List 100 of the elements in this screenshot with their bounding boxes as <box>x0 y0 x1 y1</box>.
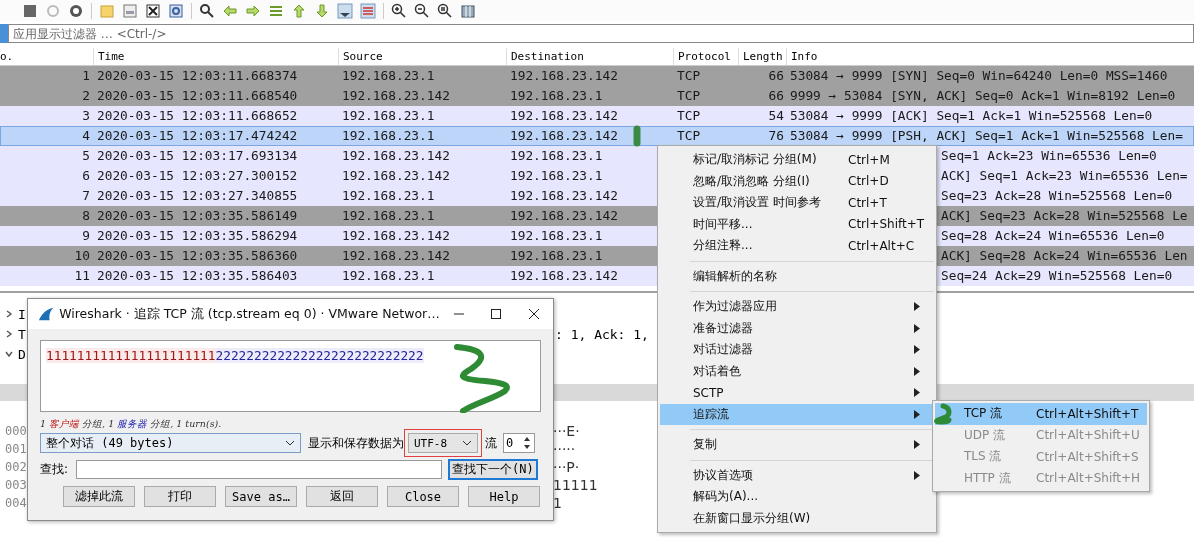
zoom-out-icon[interactable] <box>414 2 430 19</box>
submenu-arrow-icon <box>914 388 920 398</box>
column-header[interactable]: Protocol <box>673 48 738 65</box>
packet-row[interactable]: 2 2020-03-15 12:03:11.668540 192.168.23.142 192.168.23.1 TCP 66 9999 → 53084 [SYN, ACK] Seq=0 Ack=1 Win=8192 Len=0 <box>0 86 1194 106</box>
submenu-arrow-icon <box>914 366 920 376</box>
menu-item[interactable]: 复制 <box>660 434 934 456</box>
menu-item[interactable]: SCTP <box>660 382 934 404</box>
stream-spinbox[interactable]: 0 <box>503 433 535 453</box>
table-cell-text: Seq=23 Ack=28 Win=525568 Len=0 <box>941 187 1173 205</box>
dialog-button[interactable]: Help <box>468 486 540 507</box>
byte-offset: 002 <box>4 460 27 474</box>
table-cell-text: 1 <box>81 67 91 85</box>
table-cell-text: TCP <box>676 87 701 105</box>
table-cell-text: ACK] Seq=28 Ack=24 Win=65536 Len <box>941 247 1188 265</box>
stream-summary: 1 客户端 分组, 1 服务器 分组, 1 turn(s). <box>40 418 223 431</box>
dialog-button[interactable]: 打印 <box>144 486 216 507</box>
column-header[interactable]: Info <box>786 48 1194 65</box>
table-cell-text: 8 <box>81 207 91 225</box>
chevron-down-icon[interactable] <box>5 350 13 358</box>
table-cell-text: 192.168.23.1 <box>341 267 435 285</box>
table-cell-text: Seq=24 Ack=29 Win=525568 Len=0 <box>941 267 1173 285</box>
byte-ascii: ···E· <box>553 423 580 439</box>
menu-item[interactable]: TCP 流 Ctrl+Alt+Shift+T <box>935 403 1147 425</box>
table-cell-text: 66 <box>767 87 785 105</box>
tree-item[interactable]: D <box>18 346 26 362</box>
column-header[interactable]: Length <box>738 48 786 65</box>
filter-field[interactable]: 应用显示过滤器 … <Ctrl-/> <box>8 24 1194 43</box>
menu-item[interactable]: 解码为(A)... <box>660 486 934 508</box>
chevron-right-icon[interactable] <box>5 310 13 318</box>
dialog-button[interactable]: 滤掉此流 <box>63 486 135 507</box>
table-cell-text: 2020-03-15 12:03:17.474242 <box>96 127 298 145</box>
byte-offset: 004 <box>4 496 27 510</box>
columns-icon[interactable] <box>460 2 476 19</box>
find-field[interactable] <box>76 460 442 479</box>
find-next-button[interactable]: 查找下一个(N) <box>448 459 538 480</box>
table-cell-text: 54 <box>767 107 785 125</box>
spin-arrows-icon <box>522 435 532 451</box>
packet-row[interactable]: 4 2020-03-15 12:03:17.474242 192.168.23.1 192.168.23.142 TCP 76 53084 → 9999 [PSH, ACK] Seq=1 Ack=1 Win=525568 Len= <box>0 126 1194 146</box>
column-header[interactable]: Destination <box>506 48 673 65</box>
arrow-up-icon[interactable] <box>291 2 307 19</box>
table-cell-text: Seq=1 Ack=23 Win=65536 Len=0 <box>941 147 1157 165</box>
table-cell-text: 9999 → 53084 [SYN, ACK] Seq=0 Ack=1 Win=8192 Len=0 <box>789 87 1176 105</box>
table-cell-text: 192.168.23.142 <box>341 167 450 185</box>
caret-icon <box>285 440 295 446</box>
search-icon[interactable] <box>199 2 215 19</box>
menu-item[interactable]: 协议首选项 <box>660 464 934 486</box>
table-cell-text: 11 <box>73 267 91 285</box>
menu-item[interactable]: 追踪流 <box>660 403 934 425</box>
table-cell-text: 192.168.23.142 <box>509 67 618 85</box>
tree-item[interactable]: T <box>18 326 26 342</box>
arrow-down-icon[interactable] <box>314 2 330 19</box>
tree-item[interactable]: I <box>18 306 26 322</box>
zoom-reset-icon[interactable] <box>437 2 453 19</box>
dialog-button[interactable]: 返回 <box>306 486 378 507</box>
table-cell-text: 192.168.23.1 <box>509 227 603 245</box>
window-title: Wireshark · 追踪 TCP 流 (tcp.stream eq 0) · VMware Networ… <box>59 305 440 323</box>
table-cell-text: TCP <box>676 127 701 145</box>
table-cell-text: 192.168.23.142 <box>509 207 618 225</box>
table-cell-text: 53084 → 9999 [SYN] Seq=0 Win=64240 Len=0 MSS=1460 <box>789 67 1168 85</box>
table-cell-text: 192.168.23.142 <box>341 147 450 165</box>
table-cell-text: 192.168.23.142 <box>341 247 450 265</box>
submenu-arrow-icon <box>914 302 920 312</box>
table-cell-text: 192.168.23.142 <box>509 267 618 285</box>
table-cell-text: TCP <box>676 107 701 125</box>
byte-offset: 003 <box>4 478 27 492</box>
conversation-dropdown[interactable]: 整个对话 (49 bytes) <box>40 433 301 453</box>
table-cell-text: 192.168.23.1 <box>341 187 435 205</box>
packet-row[interactable]: 1 2020-03-15 12:03:11.668374 192.168.23.1 192.168.23.142 TCP 66 53084 → 9999 [SYN] Seq=0 Win=64240 Len=0 MSS=1460 <box>0 66 1194 86</box>
x-box-icon[interactable] <box>145 2 161 19</box>
menu-item[interactable]: 在新窗口显示分组(W) <box>660 507 934 529</box>
table-cell-text: 2020-03-15 12:03:27.300152 <box>96 167 298 185</box>
zoom-in-icon[interactable] <box>391 2 407 19</box>
column-header[interactable]: o. <box>0 48 93 65</box>
table-cell-text: 2020-03-15 12:03:11.668540 <box>96 87 298 105</box>
packet-row[interactable]: 3 2020-03-15 12:03:11.668652 192.168.23.1 192.168.23.142 TCP 54 53084 → 9999 [ACK] Seq=1 Ack=1 Win=525568 Len=0 <box>0 106 1194 126</box>
stream-text-area[interactable]: 1111111111111111111111222222222222222222222222222 <box>40 340 541 412</box>
menu-item[interactable]: 对话着色 <box>660 360 934 382</box>
table-cell-text: 2020-03-15 12:03:17.693134 <box>96 147 298 165</box>
table-cell-text: Seq=28 Ack=24 Win=65536 Len=0 <box>941 227 1165 245</box>
chevron-right-icon[interactable] <box>5 330 13 338</box>
maximize-icon <box>490 308 503 320</box>
shark-fin-icon <box>38 306 55 322</box>
encoding-dropdown[interactable]: UTF-8 <box>408 433 478 453</box>
square-icon[interactable] <box>22 2 38 19</box>
stream-text: 1111111111111111111111222222222222222222222222222 <box>46 348 424 363</box>
column-header[interactable]: Source <box>338 48 506 65</box>
menu-item[interactable]: 编辑解析的名称 <box>660 265 934 287</box>
document-icon[interactable] <box>122 2 138 19</box>
menu-item[interactable]: 对话过滤器 <box>660 339 934 361</box>
submenu-arrow-icon <box>914 409 920 419</box>
table-cell-text: 192.168.23.1 <box>341 107 435 125</box>
table-cell-text: 192.168.23.142 <box>509 187 618 205</box>
table-cell-text: 66 <box>767 67 785 85</box>
menu-item[interactable]: 准备过滤器 <box>660 317 934 339</box>
menu-item[interactable]: 作为过滤器应用 <box>660 296 934 318</box>
dialog-button[interactable]: Close <box>387 486 459 507</box>
table-cell-text: 2020-03-15 12:03:27.340855 <box>96 187 298 205</box>
annotation-mark <box>632 125 642 147</box>
dialog-button[interactable]: Save as… <box>225 486 297 507</box>
column-header[interactable]: Time <box>93 48 338 65</box>
